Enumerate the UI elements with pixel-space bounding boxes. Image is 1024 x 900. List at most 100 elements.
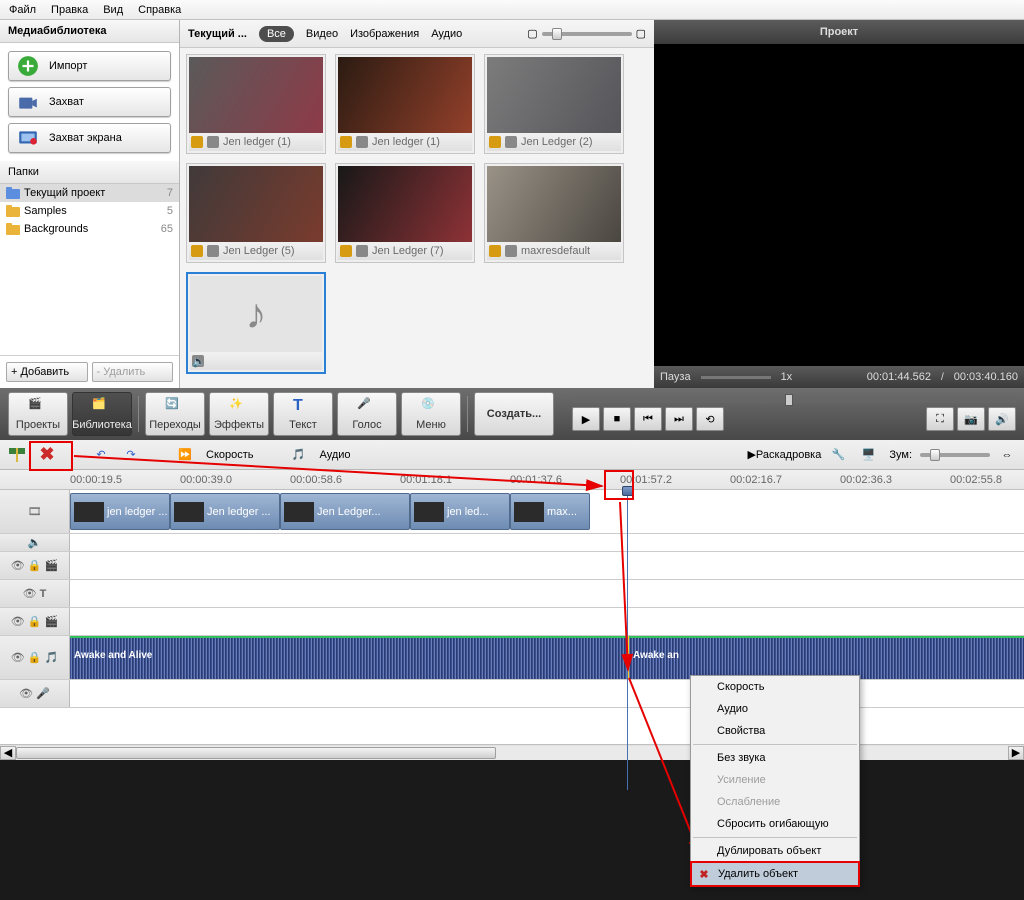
folders-title: Папки [0,161,179,184]
split-button[interactable] [4,443,30,467]
thumb-size-slider[interactable]: ▢▢ [527,27,646,40]
library-button[interactable]: 🗂️Библиотека [72,392,132,436]
speed-icon[interactable]: ⏩ [172,443,198,467]
speaker-icon: 🔈 [192,355,204,367]
storyboard-toggle[interactable]: ▶Раскадровка [747,448,821,461]
fit-icon[interactable]: ⇔ [994,443,1020,467]
volume-button[interactable]: 🔊 [988,407,1016,431]
projects-button[interactable]: 🎬Проекты [8,392,68,436]
thumb-item[interactable]: maxresdefault [484,163,624,263]
current-folder-label: Текущий ... [188,28,247,40]
preview-panel: Проект Пауза 1x 00:01:44.562 / 00:03:40.… [654,20,1024,388]
menu-file[interactable]: Файл [3,2,42,18]
disc-menu-button[interactable]: 💿Меню [401,392,461,436]
duration-label: 00:03:40.160 [954,371,1018,383]
ctx-fadeout[interactable]: Ослабление [691,791,859,813]
ctx-mute[interactable]: Без звука [691,747,859,769]
folder-icon [6,205,20,217]
redo-button[interactable]: ↷ [118,443,144,467]
audio-track[interactable]: 👁 🔒 🎵 Awake and Alive Awake an [0,636,1024,680]
folder-samples[interactable]: Samples 5 [0,202,179,220]
undo-button[interactable]: ↶ [88,443,114,467]
stop-button[interactable]: ■ [603,407,631,431]
ctx-fadein[interactable]: Усиление [691,769,859,791]
playback-status: Пауза [660,371,691,383]
filter-audio[interactable]: Аудио [431,28,462,40]
folder-backgrounds[interactable]: Backgrounds 65 [0,220,179,238]
ctx-reset[interactable]: Сбросить огибающую [691,813,859,835]
thumb-item[interactable]: Jen Ledger (2) [484,54,624,154]
ctx-audio[interactable]: Аудио [691,698,859,720]
ctx-speed[interactable]: Скорость [691,676,859,698]
delete-button[interactable]: ✖ [34,443,60,467]
folder-icon [6,187,20,199]
thumb-item[interactable]: Jen ledger (1) [186,54,326,154]
gallery-panel: Текущий ... Все Видео Изображения Аудио … [180,20,654,388]
library-icon: 🗂️ [92,397,112,417]
next-button[interactable]: ⏭ [665,407,693,431]
ctx-delete[interactable]: ✖Удалить объект [690,861,860,887]
preview-status-bar: Пауза 1x 00:01:44.562 / 00:03:40.160 [654,366,1024,388]
menubar[interactable]: Файл Правка Вид Справка [0,0,1024,20]
filter-video[interactable]: Видео [306,28,338,40]
loop-button[interactable]: ⟲ [696,407,724,431]
preview-title: Проект [654,20,1024,44]
time-ruler[interactable]: 00:00:19.500:00:39.000:00:58.600:01:18.1… [0,470,1024,490]
prev-button[interactable]: ⏮ [634,407,662,431]
folder-list: Текущий проект 7 Samples 5 Backgrounds 6… [0,184,179,355]
filter-bar: Текущий ... Все Видео Изображения Аудио … [180,20,654,48]
voice-button[interactable]: 🎤Голос [337,392,397,436]
thumb-audio[interactable]: ♪🔈 [186,272,326,374]
transitions-button[interactable]: 🔄Переходы [145,392,205,436]
camera-icon [17,91,39,113]
audio-icon[interactable]: 🎵 [286,443,312,467]
screen-capture-button[interactable]: Захват экрана [8,123,171,153]
folder-current[interactable]: Текущий проект 7 [0,184,179,202]
video-preview[interactable] [654,44,1024,366]
ctx-duplicate[interactable]: Дублировать объект [691,840,859,862]
video-track[interactable]: 🎞 jen ledger ... Jen ledger ... Jen Ledg… [0,490,1024,534]
h-scrollbar[interactable]: ◀▶ [0,744,1024,760]
timeline: ✖ ↶ ↷ ⏩ Скорость 🎵 Аудио ▶Раскадровка 🔧 🖥️… [0,440,1024,760]
playhead[interactable] [627,490,628,790]
filter-images[interactable]: Изображения [350,28,419,40]
menu-help[interactable]: Справка [132,2,187,18]
clapper-icon: 🎬 [28,397,48,417]
ctx-props[interactable]: Свойства [691,720,859,742]
menu-view[interactable]: Вид [97,2,129,18]
delete-icon: ✖ [697,867,711,881]
mic-icon: 🎤 [357,397,377,417]
remove-folder-button[interactable]: - Удалить [92,362,174,382]
thumb-item[interactable]: Jen ledger (1) [335,54,475,154]
speed-slider[interactable] [701,376,771,379]
timeline-toolbar: ✖ ↶ ↷ ⏩Скорость 🎵Аудио ▶Раскадровка 🔧 🖥️… [0,440,1024,470]
transition-icon: 🔄 [165,397,185,417]
menu-edit[interactable]: Правка [45,2,94,18]
effects-button[interactable]: ✨Эффекты [209,392,269,436]
produce-button[interactable]: Создать... [474,392,554,436]
thumb-item[interactable]: Jen Ledger (7) [335,163,475,263]
film-icon: 🎞 [28,505,42,518]
plus-icon [17,55,39,77]
speed-label: 1x [781,371,793,383]
library-title: Медиабиблиотека [0,20,179,43]
monitor-icon[interactable]: 🖥️ [855,443,881,467]
seek-bar[interactable] [572,397,1016,403]
add-folder-button[interactable]: + Добавить [6,362,88,382]
import-button[interactable]: Импорт [8,51,171,81]
filter-all[interactable]: Все [259,26,294,42]
context-menu[interactable]: Скорость Аудио Свойства Без звука Усилен… [690,675,860,887]
gallery: Jen ledger (1) Jen ledger (1) Jen Ledger… [180,48,654,388]
folder-icon [6,223,20,235]
zoom-slider[interactable] [920,453,990,457]
play-button[interactable]: ▶ [572,407,600,431]
snapshot-button[interactable]: 📷 [957,407,985,431]
tracks: 🎞 jen ledger ... Jen ledger ... Jen Ledg… [0,490,1024,744]
text-button[interactable]: TТекст [273,392,333,436]
thumb-item[interactable]: Jen Ledger (5) [186,163,326,263]
text-icon: T [293,397,313,417]
capture-button[interactable]: Захват [8,87,171,117]
settings-icon[interactable]: 🔧 [825,443,851,467]
zoom-label: Зум: [885,449,916,461]
fullscreen-button[interactable]: ⛶ [926,407,954,431]
